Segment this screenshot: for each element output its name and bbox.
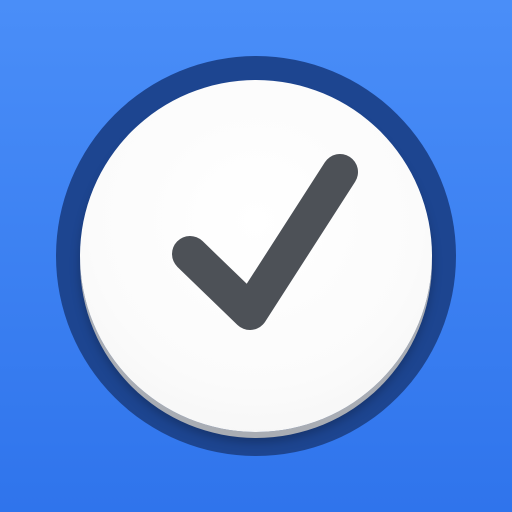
checkmark-stroke [172,154,358,330]
app-icon [0,0,512,512]
checkmark-icon [172,154,358,330]
